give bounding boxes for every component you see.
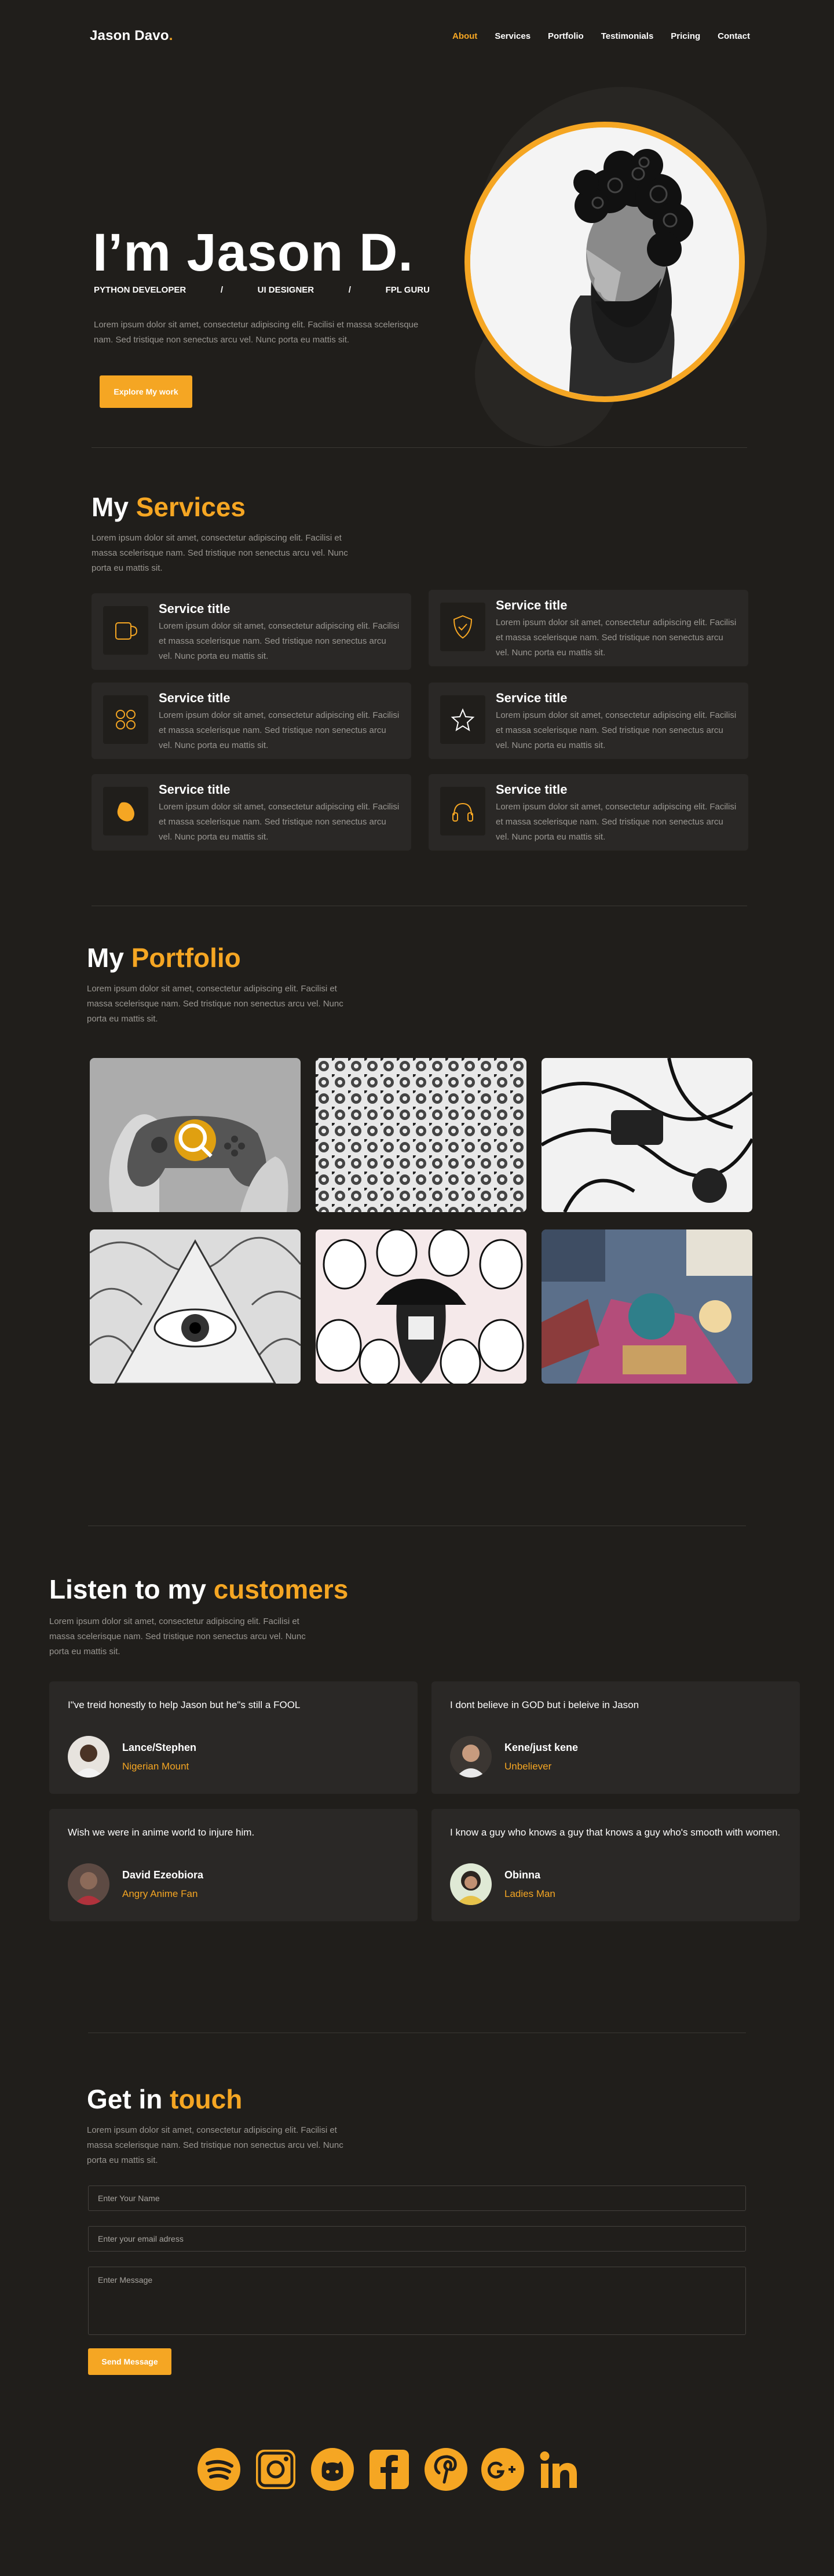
testimonial-name: Lance/Stephen (122, 1741, 197, 1753)
service-text: Lorem ipsum dolor sit amet, consectetur … (159, 802, 400, 842)
profile-portrait (464, 122, 745, 402)
service-card[interactable]: Service title Lorem ipsum dolor sit amet,… (92, 593, 411, 670)
service-text: Lorem ipsum dolor sit amet, consectetur … (496, 618, 737, 658)
nav-menu: About Services Portfolio Testimonials Pr… (452, 31, 750, 41)
testimonial-role: Angry Anime Fan (122, 1888, 198, 1899)
zoom-button[interactable] (174, 1119, 216, 1161)
testimonial-card: I"ve treid honestly to help Jason but he… (49, 1681, 418, 1794)
service-card[interactable]: Service title Lorem ipsum dolor sit amet,… (92, 683, 411, 759)
services-description: Lorem ipsum dolor sit amet, consectetur … (92, 533, 348, 573)
github-icon[interactable] (310, 2447, 354, 2491)
grid-circles-icon (103, 695, 148, 744)
hero-roles: PYTHON DEVELOPER / UI DESIGNER / FPL GUR… (94, 285, 430, 295)
page: Jason Davo. About Services Portfolio Tes… (0, 0, 834, 2576)
section-divider (92, 447, 747, 448)
hero-title: I’m Jason D. (93, 223, 414, 282)
testimonial-quote: I"ve treid honestly to help Jason but he… (68, 1699, 301, 1710)
portfolio-description: Lorem ipsum dolor sit amet, consectetur … (87, 984, 343, 1024)
google-plus-icon[interactable] (481, 2447, 525, 2491)
portfolio-item-controller[interactable] (90, 1058, 301, 1212)
portfolio-item-comic-collage[interactable] (542, 1229, 752, 1384)
service-card[interactable]: Service title Lorem ipsum dolor sit amet,… (429, 590, 748, 666)
contact-description: Lorem ipsum dolor sit amet, consectetur … (87, 2125, 343, 2165)
navbar: Jason Davo. About Services Portfolio Tes… (90, 23, 750, 49)
brand-logo[interactable]: Jason Davo. (90, 28, 173, 44)
service-text: Lorem ipsum dolor sit amet, consectetur … (159, 621, 400, 661)
mug-icon (103, 606, 148, 655)
testimonial-name: David Ezeobiora (122, 1869, 204, 1881)
service-title: Service title (496, 691, 568, 705)
testimonials-title: Listen to my customers (49, 1574, 349, 1604)
service-text: Lorem ipsum dolor sit amet, consectetur … (159, 710, 400, 750)
service-text: Lorem ipsum dolor sit amet, consectetur … (496, 802, 737, 842)
avatar (68, 1736, 109, 1778)
service-card[interactable]: Service title Lorem ipsum dolor sit amet,… (429, 683, 748, 759)
nav-item-about[interactable]: About (452, 31, 477, 41)
nav-item-testimonials[interactable]: Testimonials (601, 31, 654, 41)
nav-item-contact[interactable]: Contact (718, 31, 750, 41)
nav-item-pricing[interactable]: Pricing (671, 31, 700, 41)
testimonial-quote: I dont believe in GOD but i beleive in J… (450, 1699, 639, 1710)
testimonial-quote: I know a guy who knows a guy that knows … (450, 1827, 781, 1838)
role-label: FPL GURU (385, 285, 430, 295)
linkedin-icon[interactable] (537, 2447, 581, 2491)
role-label: PYTHON DEVELOPER (94, 285, 186, 295)
service-card[interactable]: Service title Lorem ipsum dolor sit amet,… (92, 774, 411, 851)
contact-title: Get in touch (87, 2084, 243, 2114)
testimonial-role: Ladies Man (504, 1888, 555, 1899)
role-separator: / (348, 285, 351, 295)
service-text: Lorem ipsum dolor sit amet, consectetur … (496, 710, 737, 750)
service-title: Service title (496, 598, 568, 612)
send-message-button[interactable]: Send Message (88, 2348, 171, 2375)
portfolio-item-eye-art[interactable] (90, 1229, 301, 1384)
nav-item-portfolio[interactable]: Portfolio (548, 31, 584, 41)
testimonial-card: I know a guy who knows a guy that knows … (431, 1809, 800, 1921)
instagram-icon[interactable] (254, 2447, 298, 2491)
service-title: Service title (159, 691, 231, 705)
nav-item-services[interactable]: Services (495, 31, 531, 41)
role-label: UI DESIGNER (257, 285, 314, 295)
portfolio-item-line-art[interactable] (542, 1058, 752, 1212)
service-card[interactable]: Service title Lorem ipsum dolor sit amet,… (429, 774, 748, 851)
explore-work-button[interactable]: Explore My work (100, 375, 192, 408)
hero-description: Lorem ipsum dolor sit amet, consectetur … (94, 320, 419, 345)
role-separator: / (220, 285, 223, 295)
blob-icon (103, 787, 148, 835)
services-title: My Services (92, 492, 246, 522)
message-field[interactable] (88, 2267, 746, 2335)
portfolio-title: My Portfolio (87, 943, 241, 973)
testimonial-name: Kene/just kene (504, 1741, 579, 1753)
pinterest-icon[interactable] (424, 2447, 468, 2491)
testimonial-role: Unbeliever (504, 1760, 552, 1772)
portfolio-item-doodle-pattern[interactable] (316, 1058, 526, 1212)
social-links (197, 2447, 581, 2491)
avatar (68, 1863, 109, 1905)
service-title: Service title (159, 782, 231, 797)
star-icon (440, 695, 485, 744)
email-field[interactable] (88, 2226, 746, 2252)
headphones-icon (440, 787, 485, 835)
facebook-icon[interactable] (367, 2447, 411, 2491)
portfolio-item-troopers[interactable] (316, 1229, 526, 1384)
avatar (450, 1736, 492, 1778)
service-title: Service title (496, 782, 568, 797)
shield-check-icon (440, 603, 485, 651)
search-icon (178, 1123, 213, 1158)
testimonial-card: I dont believe in GOD but i beleive in J… (431, 1681, 800, 1794)
spotify-icon[interactable] (197, 2447, 241, 2491)
testimonial-card: Wish we were in anime world to injure hi… (49, 1809, 418, 1921)
testimonial-name: Obinna (504, 1869, 540, 1881)
avatar (450, 1863, 492, 1905)
portrait-image (470, 127, 739, 396)
service-title: Service title (159, 601, 231, 616)
testimonials-description: Lorem ipsum dolor sit amet, consectetur … (49, 1617, 306, 1656)
testimonial-quote: Wish we were in anime world to injure hi… (68, 1827, 255, 1838)
testimonial-role: Nigerian Mount (122, 1760, 189, 1772)
name-field[interactable] (88, 2185, 746, 2211)
